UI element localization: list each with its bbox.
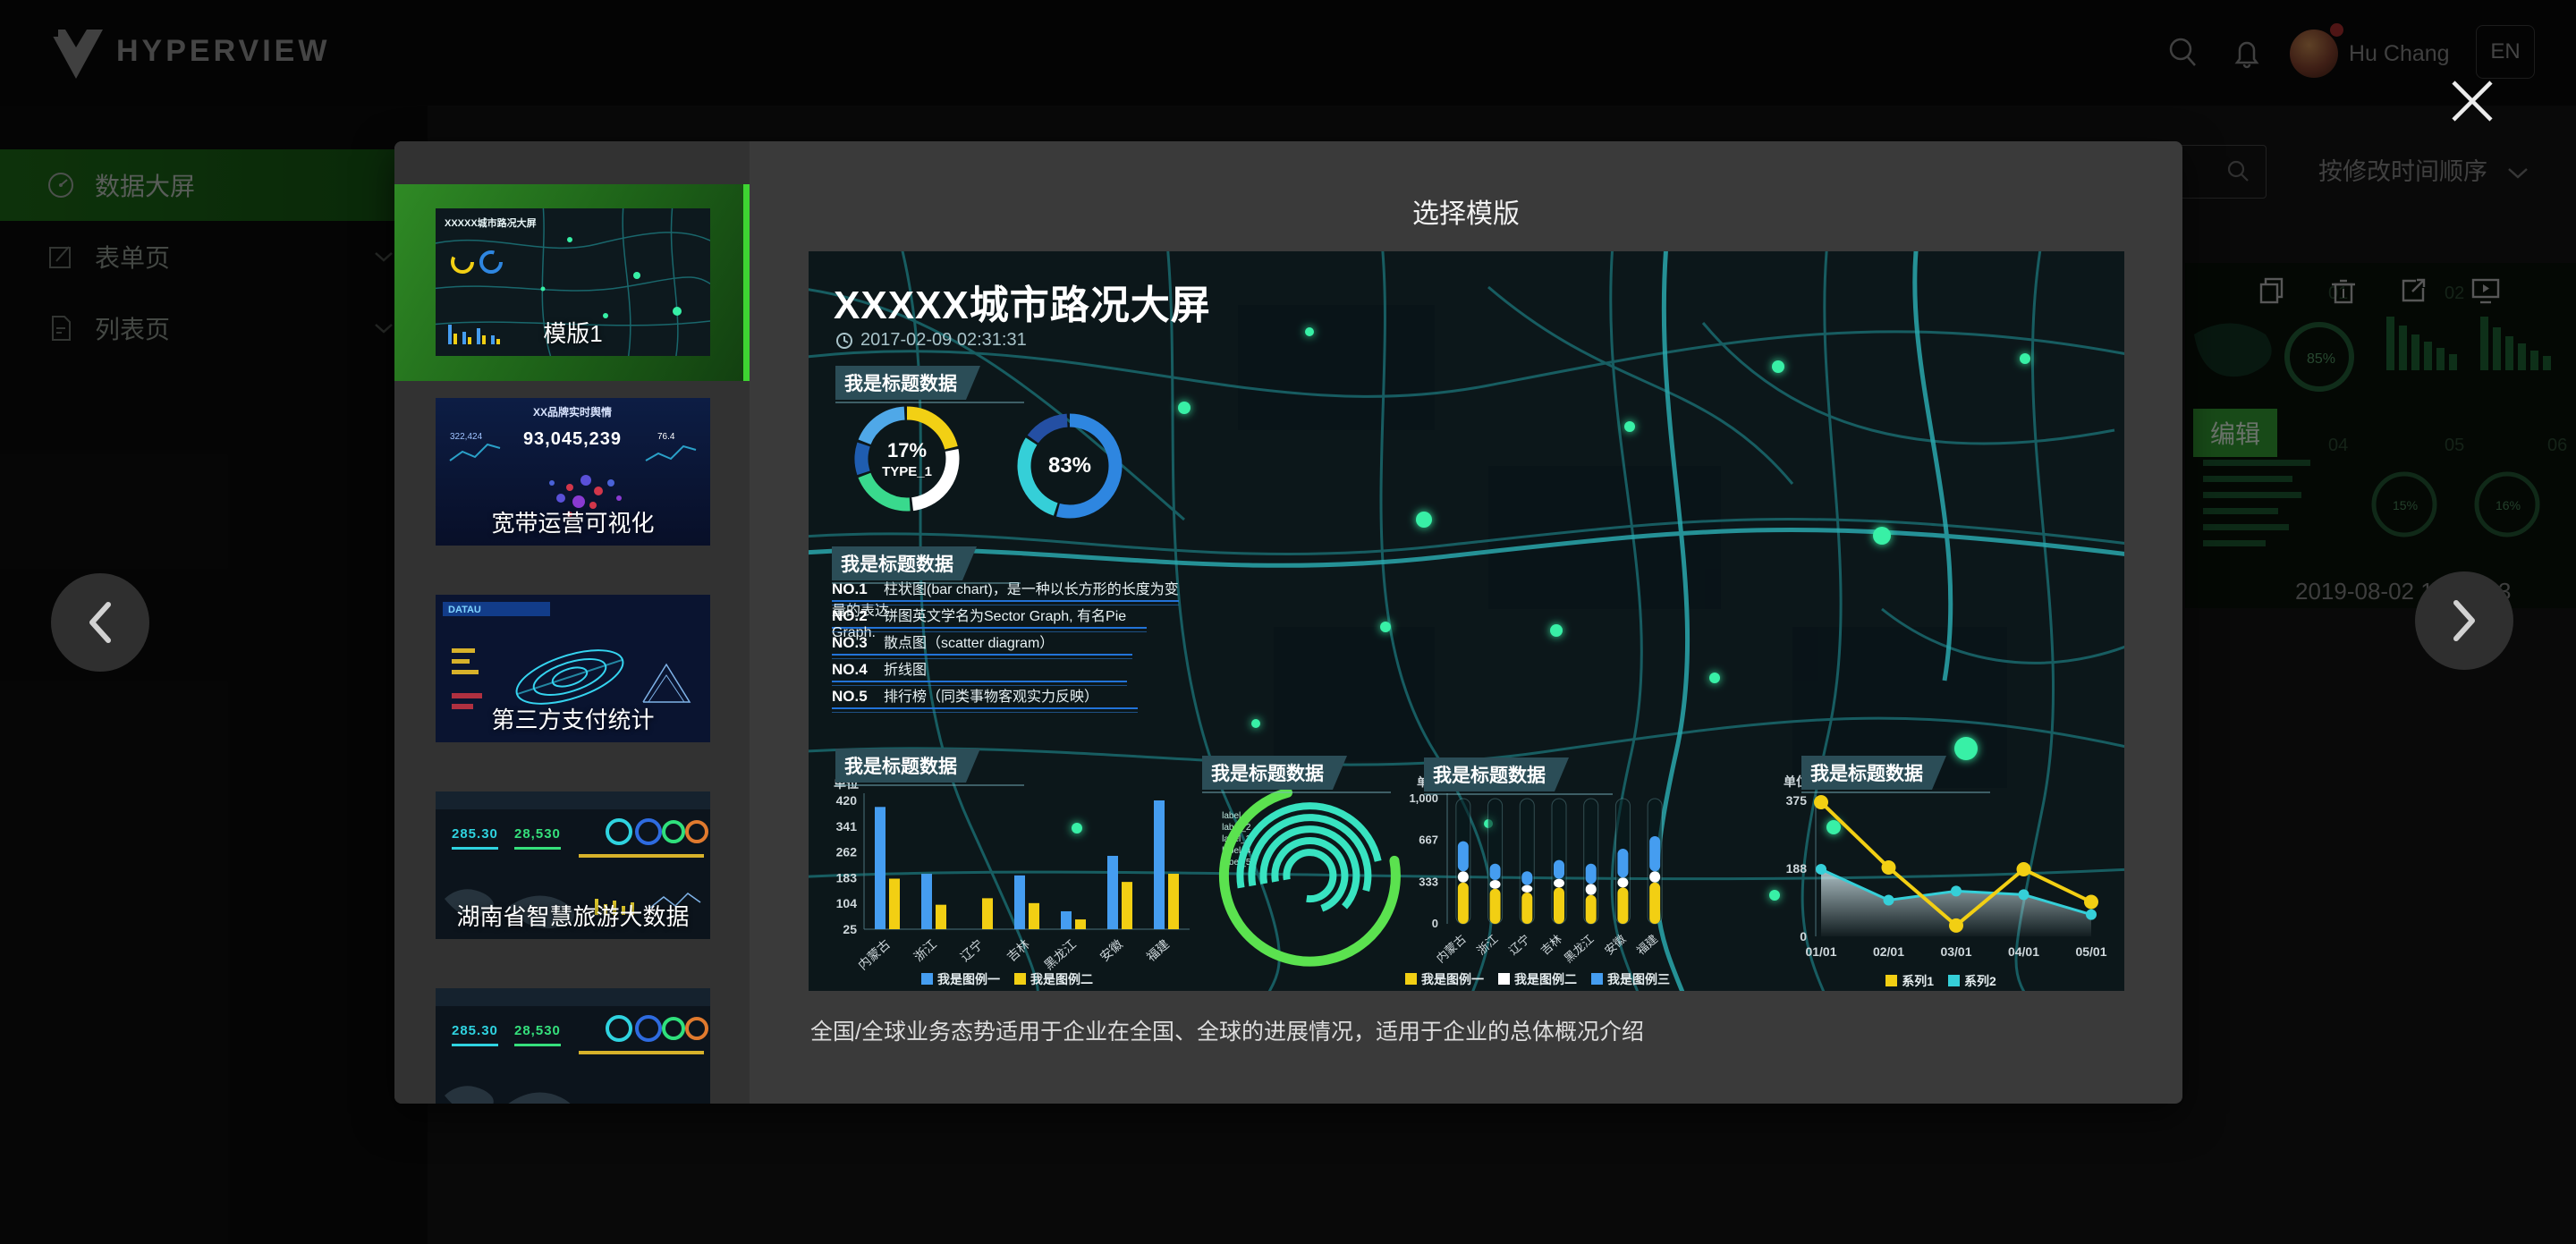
carousel-next-button[interactable] — [2415, 571, 2513, 670]
svg-text:03/01: 03/01 — [1940, 944, 1971, 959]
ranking-row: NO.3散点图（scatter diagram） — [832, 630, 1132, 656]
svg-text:333: 333 — [1419, 875, 1438, 888]
modal-title: 选择模版 — [750, 191, 2182, 231]
ranking-number: NO.5 — [832, 688, 884, 706]
thumb-title: XXXXX城市路况大屏 — [445, 216, 537, 229]
svg-text:福建: 福建 — [1143, 936, 1172, 964]
svg-text:01/01: 01/01 — [1805, 944, 1836, 959]
svg-text:420: 420 — [836, 793, 858, 808]
svg-text:安徽: 安徽 — [1097, 936, 1125, 964]
template-preview: XXXXX城市路况大屏 2017-02-09 02:31:31 我是标题数据 我… — [809, 251, 2124, 991]
svg-text:吉林: 吉林 — [1538, 932, 1564, 958]
preview-bar-chart: 单位42034126218310425内蒙古浙江辽宁吉林黑龙江安徽福建我是图例一… — [819, 774, 1195, 988]
svg-text:188: 188 — [1786, 861, 1808, 876]
thumb-number-2: 28,530 — [514, 826, 561, 842]
clock-icon — [835, 332, 853, 350]
template-description: 全国/全球业务态势适用于企业在全国、全球的进展情况，适用于企业的总体概况介绍 — [810, 1014, 1644, 1046]
panel-header: 我是标题数据 — [835, 366, 980, 400]
svg-text:262: 262 — [836, 845, 858, 859]
svg-text:辽宁: 辽宁 — [957, 936, 986, 964]
preview-stacked-bar-chart: 单位1,0006673330内蒙古浙江辽宁吉林黑龙江安徽福建我是图例一我是图例二… — [1399, 774, 1676, 988]
svg-text:黑龙江: 黑龙江 — [1041, 936, 1079, 972]
ranking-row: NO.1柱状图(bar chart)，是一种以长方形的长度为变量的表达 — [832, 577, 1179, 602]
close-icon[interactable] — [2448, 77, 2496, 125]
thumb-title: XX品牌实时舆情 — [533, 405, 612, 419]
template-item-1[interactable]: XXXXX城市路况大屏 模版1 — [394, 184, 750, 381]
chevron-left-icon — [85, 600, 115, 645]
preview-donut-chart-left: 17% TYPE_1 — [853, 405, 961, 512]
svg-text:667: 667 — [1419, 834, 1438, 847]
panel-header: 我是标题数据 — [835, 749, 980, 783]
template-thumbnail: DATAU — [436, 595, 710, 742]
ranking-row: NO.4折线图 — [832, 657, 1127, 682]
template-list: XXXXX城市路况大屏 模版1 XX品牌实时舆情 93,045,239 — [394, 141, 750, 1104]
preview-timestamp-row: 2017-02-09 02:31:31 — [835, 330, 1027, 351]
thumb-title: DATAU — [448, 605, 481, 615]
svg-text:内蒙古: 内蒙古 — [855, 936, 893, 972]
svg-text:02/01: 02/01 — [1873, 944, 1904, 959]
panel-header: 我是标题数据 — [832, 546, 977, 580]
svg-text:内蒙古: 内蒙古 — [1434, 932, 1469, 965]
svg-text:25: 25 — [843, 922, 857, 936]
svg-text:吉林: 吉林 — [1004, 936, 1032, 964]
ranking-row: NO.5排行榜（同类事物客观实力反映） — [832, 684, 1138, 709]
svg-text:0: 0 — [1800, 929, 1807, 944]
template-item-5[interactable]: 285.30 28,530 — [394, 964, 750, 1104]
ranking-text: 散点图（scatter diagram） — [884, 636, 1054, 651]
template-thumbnail: XXXXX城市路况大屏 — [436, 208, 710, 356]
svg-text:辽宁: 辽宁 — [1506, 932, 1532, 958]
svg-text:黑龙江: 黑龙江 — [1562, 932, 1597, 965]
ranking-row: NO.2饼图英文学名为Sector Graph, 有名Pie Graph. — [832, 604, 1147, 629]
ranking-number: NO.3 — [832, 634, 884, 652]
ranking-number: NO.4 — [832, 661, 884, 679]
ranking-text: 折线图 — [884, 663, 927, 678]
svg-text:安徽: 安徽 — [1602, 932, 1628, 958]
svg-text:183: 183 — [836, 870, 858, 884]
svg-text:浙江: 浙江 — [1474, 932, 1500, 958]
template-item-2[interactable]: XX品牌实时舆情 93,045,239 322,424 76.4 宽带运营可视 — [394, 374, 750, 571]
panel-header: 我是标题数据 — [1424, 757, 1569, 791]
svg-text:04/01: 04/01 — [2008, 944, 2039, 959]
preview-donut-chart-right: 83% — [1016, 412, 1123, 520]
ranking-text: 排行榜（同类事物客观实力反映） — [884, 690, 1098, 705]
thumb-number-1: 285.30 — [452, 826, 498, 842]
preview-radial-chart: label_1label_2label_3label_4label_5 — [1184, 779, 1417, 985]
template-picker-modal: XXXXX城市路况大屏 模版1 XX品牌实时舆情 93,045,239 — [394, 141, 2182, 1104]
svg-text:05/01: 05/01 — [2075, 944, 2106, 959]
template-item-4[interactable]: 285.30 28,530 湖南省智慧旅游大数据 — [394, 767, 750, 964]
svg-text:375: 375 — [1786, 793, 1808, 808]
thumb-number-2: 28,530 — [514, 1023, 561, 1038]
svg-text:104: 104 — [836, 896, 858, 910]
svg-text:341: 341 — [836, 819, 858, 834]
ranking-number: NO.2 — [832, 607, 884, 625]
thumb-number-1: 285.30 — [452, 1023, 498, 1038]
carousel-prev-button[interactable] — [51, 573, 149, 672]
panel-header: 我是标题数据 — [1202, 756, 1347, 790]
svg-text:322,424: 322,424 — [450, 432, 483, 442]
template-thumbnail: 285.30 28,530 — [436, 791, 710, 939]
chevron-right-icon — [2449, 598, 2479, 643]
svg-text:浙江: 浙江 — [911, 936, 939, 964]
preview-line-chart: 单位375188001/0102/0103/0104/0105/01系列1系列2 — [1775, 774, 2107, 990]
template-thumbnail: 285.30 28,530 — [436, 988, 710, 1104]
template-thumbnail: XX品牌实时舆情 93,045,239 322,424 76.4 — [436, 398, 710, 546]
preview-timestamp: 2017-02-09 02:31:31 — [860, 330, 1027, 351]
svg-text:0: 0 — [1432, 917, 1438, 930]
svg-text:福建: 福建 — [1634, 932, 1660, 958]
svg-text:76.4: 76.4 — [657, 432, 675, 442]
thumb-number: 93,045,239 — [523, 429, 622, 449]
template-item-3[interactable]: DATAU 第三方支付统计 — [394, 571, 750, 767]
preview-dashboard-title: XXXXX城市路况大屏 — [834, 273, 1211, 330]
panel-header: 我是标题数据 — [1801, 756, 1946, 790]
